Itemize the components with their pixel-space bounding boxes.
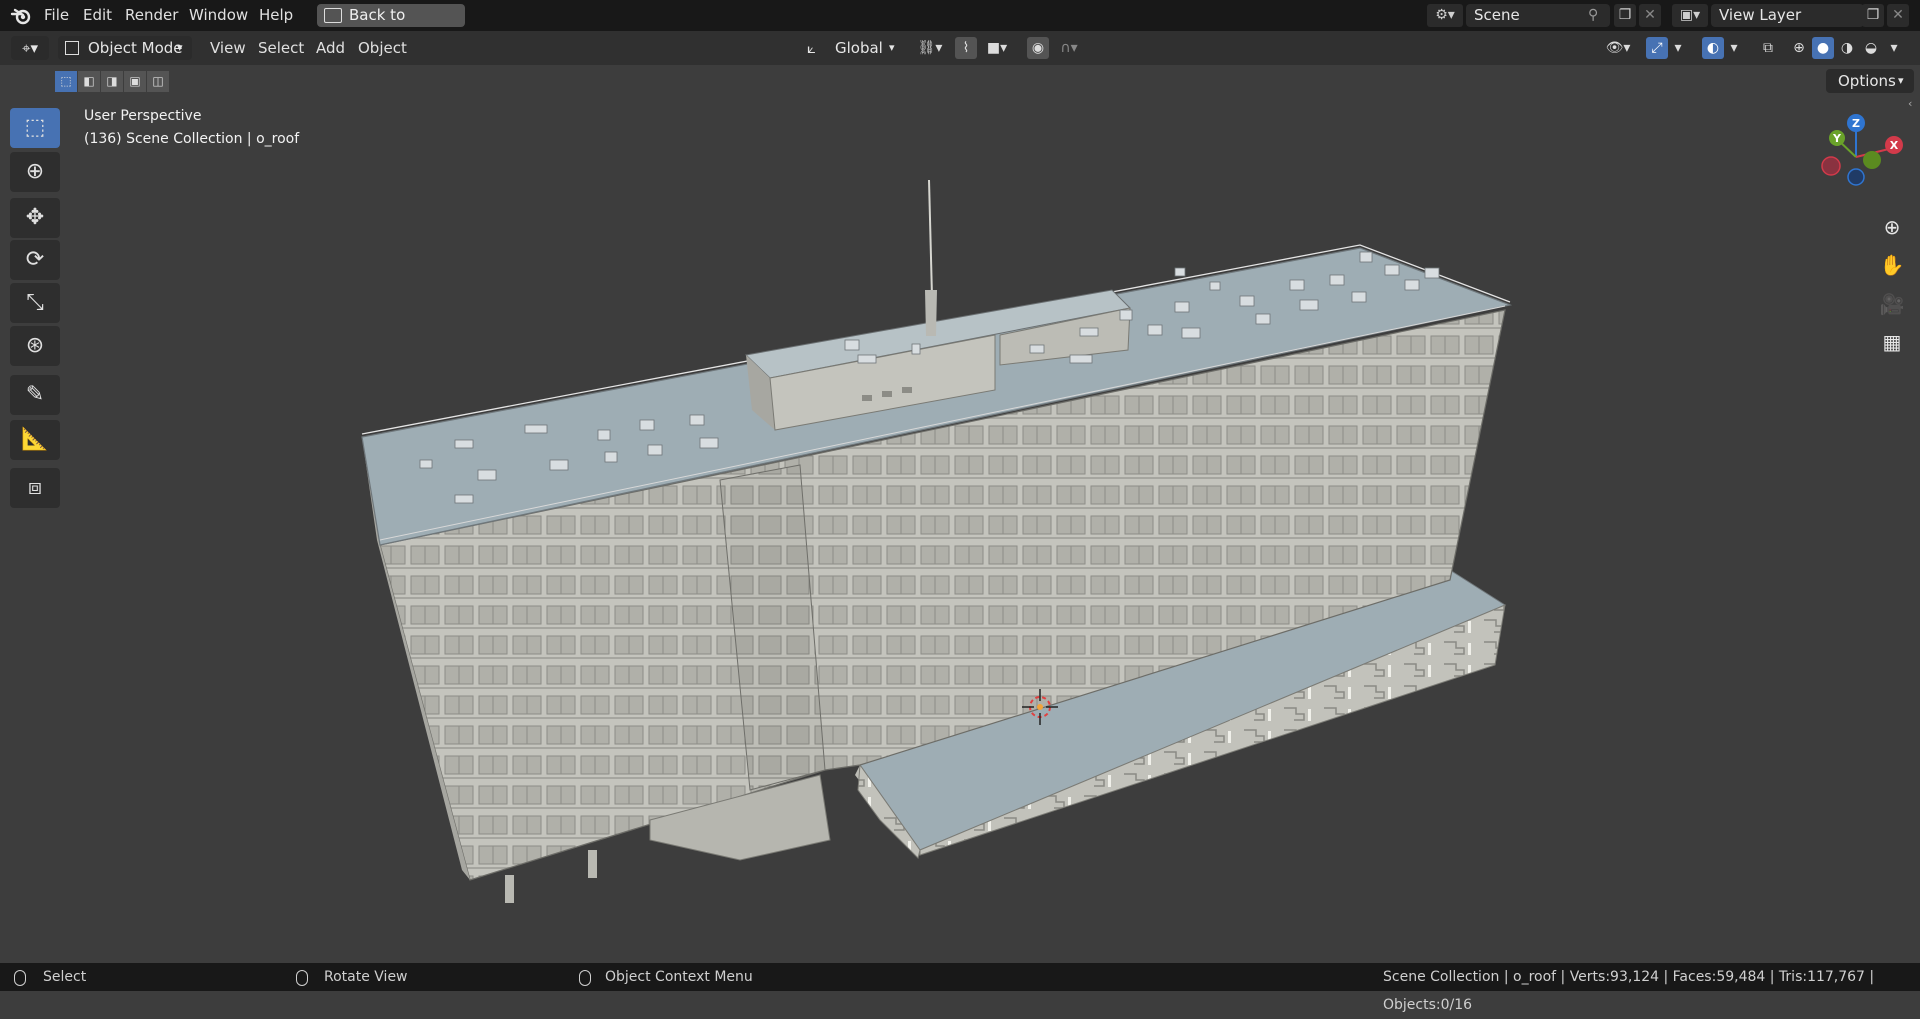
- orientation-icon: ⟀: [807, 39, 816, 57]
- gizmo-toggle-icon[interactable]: ⤢: [1646, 37, 1668, 59]
- options-dropdown[interactable]: Options ▾: [1826, 69, 1914, 93]
- navigation-gizmo[interactable]: Z X Y: [1805, 108, 1905, 208]
- sidebar-toggle-icon[interactable]: ‹: [1908, 97, 1920, 111]
- select-new-icon[interactable]: ⬚: [55, 71, 77, 92]
- new-scene-button[interactable]: ❐: [1614, 4, 1636, 27]
- back-icon: [324, 8, 342, 23]
- camera-icon[interactable]: 🎥: [1876, 288, 1908, 320]
- menu-window[interactable]: Window: [185, 0, 252, 31]
- select-extend-icon[interactable]: ◧: [78, 71, 100, 92]
- overlays-toggle-icon[interactable]: ◐: [1702, 37, 1724, 59]
- rotate-icon[interactable]: ⟳: [10, 240, 60, 280]
- select-difference-icon[interactable]: ▣: [124, 71, 146, 92]
- mouse-left-icon: [14, 970, 26, 986]
- editor-type-button[interactable]: ⌖▾: [11, 36, 49, 60]
- transform-icon[interactable]: ⊛: [10, 326, 60, 366]
- back-to-previous-button[interactable]: Back to Previous: [317, 4, 465, 47]
- select-box-icon[interactable]: ⬚: [10, 108, 60, 148]
- overlays-dropdown[interactable]: ▾: [1726, 37, 1742, 59]
- 3d-viewport[interactable]: User Perspective (136) Scene Collection …: [0, 97, 1920, 963]
- menu-select[interactable]: Select: [258, 36, 304, 60]
- orientation-dropdown[interactable]: ⟀ Global ▾: [805, 36, 903, 60]
- blender-logo-icon[interactable]: [10, 5, 32, 27]
- menu-render[interactable]: Render: [121, 0, 182, 31]
- solid-shading-icon[interactable]: ●: [1812, 37, 1834, 59]
- grid-icon[interactable]: ▦: [1876, 326, 1908, 358]
- building-model[interactable]: [0, 97, 1920, 963]
- cursor-icon[interactable]: ⊕: [10, 152, 60, 192]
- snap-target-button[interactable]: ■▾: [980, 37, 1014, 59]
- menu-view[interactable]: View: [210, 36, 246, 60]
- tool-settings-bar: ⬚ ◧ ◨ ▣ ◫: [0, 65, 1920, 97]
- top-menu-bar: File Edit Render Window Help Back to Pre…: [0, 0, 1920, 47]
- chevron-down-icon: ▾: [889, 41, 895, 54]
- new-view-layer-button[interactable]: ❐: [1862, 4, 1884, 27]
- status-select: Select: [43, 969, 87, 985]
- wireframe-shading-icon[interactable]: ⊕: [1788, 37, 1810, 59]
- shading-dropdown[interactable]: ▾: [1886, 37, 1902, 59]
- view-layer-browse-button[interactable]: ▣▾: [1672, 4, 1708, 27]
- snap-toggle-icon[interactable]: ⌇: [955, 37, 977, 59]
- gizmo-dropdown[interactable]: ▾: [1670, 37, 1686, 59]
- add-cube-icon[interactable]: ⧈: [10, 468, 60, 508]
- falloff-icon[interactable]: ∩▾: [1052, 37, 1086, 59]
- move-icon[interactable]: ✥: [10, 198, 60, 238]
- material-shading-icon[interactable]: ◑: [1836, 37, 1858, 59]
- rendered-shading-icon[interactable]: ◒: [1860, 37, 1882, 59]
- xray-toggle-icon[interactable]: ⧉: [1757, 37, 1779, 59]
- mode-label: Object Mode: [88, 39, 183, 57]
- scale-icon[interactable]: ⤡: [10, 283, 60, 323]
- annotate-icon[interactable]: ✎: [10, 375, 60, 415]
- gizmo-z-label: Z: [1852, 117, 1860, 130]
- delete-scene-button[interactable]: ✕: [1639, 4, 1661, 27]
- mouse-right-icon: [579, 970, 591, 986]
- status-bar: Select Rotate View Object Context Menu S…: [0, 963, 1920, 1013]
- hand-icon[interactable]: ✋: [1876, 249, 1908, 281]
- viewport-header: ⌖▾ Object Mode ▾ View Select Add Object …: [0, 31, 1920, 65]
- menu-file[interactable]: File: [40, 0, 73, 31]
- measure-icon[interactable]: 📐: [10, 420, 60, 460]
- status-rotate-view: Rotate View: [324, 969, 408, 985]
- mouse-middle-icon: [296, 970, 308, 986]
- gizmo-y-label: Y: [1832, 132, 1842, 145]
- status-context-menu: Object Context Menu: [605, 969, 753, 985]
- mode-dropdown[interactable]: Object Mode ▾: [58, 36, 192, 60]
- scene-browse-button[interactable]: ⚙▾: [1427, 4, 1463, 27]
- proportional-edit-icon[interactable]: ◉: [1027, 37, 1049, 59]
- select-subtract-icon[interactable]: ◨: [101, 71, 123, 92]
- select-intersect-icon[interactable]: ◫: [147, 71, 169, 92]
- menu-add[interactable]: Add: [316, 36, 345, 60]
- pin-icon[interactable]: ⚲: [1588, 4, 1608, 27]
- chevron-down-icon: ▾: [177, 41, 183, 54]
- orientation-label: Global: [835, 39, 883, 57]
- visibility-button[interactable]: 👁▾: [1601, 37, 1635, 59]
- menu-help[interactable]: Help: [255, 0, 297, 31]
- gizmo-x-label: X: [1890, 139, 1899, 152]
- menu-edit[interactable]: Edit: [79, 0, 116, 31]
- delete-view-layer-button[interactable]: ✕: [1887, 4, 1909, 27]
- object-mode-icon: [65, 41, 79, 55]
- menu-object[interactable]: Object: [358, 36, 407, 60]
- zoom-icon[interactable]: ⊕: [1876, 211, 1908, 243]
- chevron-down-icon: ▾: [1898, 74, 1904, 87]
- pivot-point-button[interactable]: ⛓▾: [913, 37, 947, 59]
- options-label: Options: [1838, 72, 1896, 90]
- status-scene-stats: Scene Collection | o_roof | Verts:93,124…: [1383, 969, 1875, 1013]
- view-layer-name-field[interactable]: View Layer: [1711, 4, 1864, 27]
